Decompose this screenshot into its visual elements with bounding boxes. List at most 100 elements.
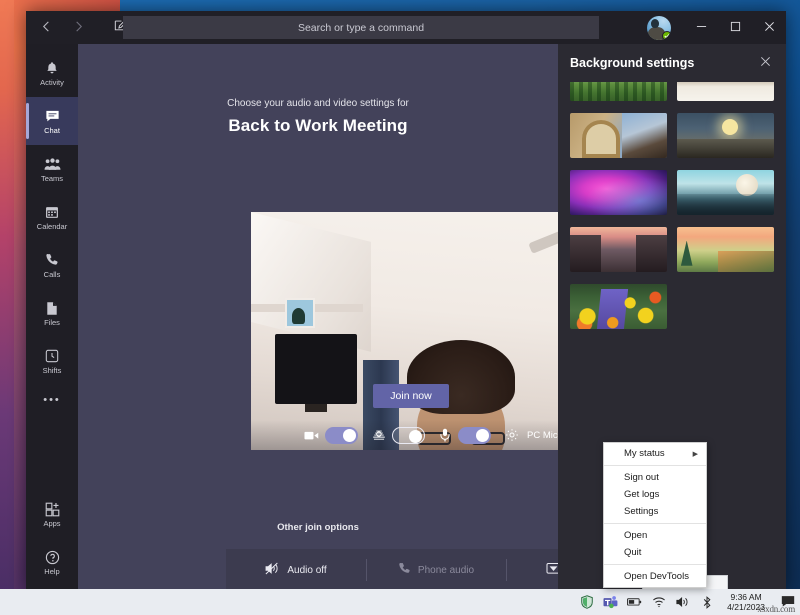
sidebar-item-label: Calendar (37, 223, 67, 231)
volume-icon[interactable] (675, 595, 690, 610)
titlebar-right-group (647, 11, 786, 44)
clock-icon (45, 347, 59, 365)
sidebar-item-label: Help (44, 568, 59, 576)
sidebar-item-teams[interactable]: Teams (26, 145, 78, 193)
back-button[interactable] (32, 15, 60, 41)
prejoin-subtitle: Choose your audio and video settings for (78, 98, 558, 109)
close-icon (760, 54, 771, 72)
video-art-picture (285, 298, 315, 328)
menu-item-get-logs[interactable]: Get logs (604, 486, 706, 503)
sidebar-item-help[interactable]: Help (26, 538, 78, 586)
background-thumbnail-flower-garden[interactable] (570, 284, 667, 329)
maximize-button[interactable] (718, 11, 752, 44)
video-preview[interactable]: Join now (251, 212, 611, 450)
sidebar-item-chat[interactable]: Chat (26, 97, 78, 145)
menu-item-label: Get logs (624, 489, 659, 500)
menu-item-my-status[interactable]: My status ▶ (604, 445, 706, 462)
sidebar-item-label: Shifts (43, 367, 62, 375)
background-effects-icon (370, 429, 388, 441)
app-rail: Activity Chat (26, 44, 78, 592)
close-icon (764, 19, 775, 37)
presence-available-icon (662, 31, 671, 40)
background-settings-close-button[interactable] (754, 52, 776, 74)
teams-title-bar: Search or type a command (26, 11, 786, 44)
background-thumbnail-moonlit-cliff[interactable] (677, 170, 774, 215)
teams-tray-icon[interactable] (603, 595, 618, 610)
sidebar-item-label: Apps (43, 520, 60, 528)
menu-item-label: Settings (624, 506, 658, 517)
windows-taskbar: 9:36 AM 4/21/2023 xsxdn.com (0, 589, 800, 615)
avatar[interactable] (647, 16, 671, 40)
submenu-arrow-icon: ▶ (693, 450, 698, 458)
navigation-buttons (26, 15, 92, 41)
microphone-icon (437, 428, 455, 442)
background-thumbnail-green-forest[interactable] (570, 82, 667, 101)
sidebar-item-calls[interactable]: Calls (26, 241, 78, 289)
rail-bottom-group: Apps Help (26, 490, 78, 592)
menu-separator (604, 523, 706, 524)
clock-time: 9:36 AM (727, 592, 765, 602)
speaker-muted-icon (265, 562, 280, 578)
more-ellipsis-icon: ••• (43, 394, 61, 406)
microphone-toggle[interactable] (458, 427, 491, 444)
avatar-art-head (651, 19, 659, 28)
join-option-audio-off[interactable]: Audio off (226, 549, 366, 591)
sidebar-item-activity[interactable]: Activity (26, 49, 78, 97)
microphone-toggle-knob (476, 429, 489, 442)
close-button[interactable] (752, 11, 786, 44)
join-now-button[interactable]: Join now (373, 384, 449, 408)
apps-icon (45, 500, 60, 518)
background-thumbnail-autumn-valley[interactable] (677, 227, 774, 272)
background-thumbnail-snow-desert[interactable] (677, 82, 774, 101)
menu-item-quit[interactable]: Quit (604, 544, 706, 561)
chevron-left-icon (41, 19, 52, 37)
gear-icon[interactable] (503, 428, 521, 442)
background-settings-title: Background settings (570, 56, 694, 70)
sidebar-item-files[interactable]: Files (26, 289, 78, 337)
menu-separator (604, 465, 706, 466)
menu-item-label: Quit (624, 547, 641, 558)
desktop-wallpaper-strip (0, 0, 14, 592)
background-thumbnail-stone-archway[interactable] (570, 113, 667, 158)
help-circle-icon (45, 548, 60, 566)
search-input[interactable]: Search or type a command (123, 16, 599, 39)
join-option-label: Phone audio (418, 565, 474, 576)
background-thumbnail-purple-nebula[interactable] (570, 170, 667, 215)
sidebar-item-calendar[interactable]: Calendar (26, 193, 78, 241)
menu-item-open-devtools[interactable]: Open DevTools (604, 568, 706, 585)
menu-item-label: Open DevTools (624, 571, 689, 582)
forward-button[interactable] (64, 15, 92, 41)
minimize-icon (696, 19, 707, 37)
menu-separator (604, 564, 706, 565)
background-effects-toggle[interactable] (392, 427, 425, 444)
bluetooth-icon[interactable] (699, 595, 714, 610)
defender-shield-icon[interactable] (579, 595, 594, 610)
battery-icon[interactable] (627, 595, 642, 610)
background-effects-toggle-knob (409, 430, 422, 443)
menu-item-open[interactable]: Open (604, 527, 706, 544)
camera-icon (303, 430, 321, 441)
background-thumbnail-autumn-street[interactable] (570, 227, 667, 272)
camera-toggle-knob (343, 429, 356, 442)
more-apps-button[interactable]: ••• (43, 385, 61, 415)
bell-icon (45, 59, 59, 77)
sidebar-item-shifts[interactable]: Shifts (26, 337, 78, 385)
menu-item-settings[interactable]: Settings (604, 503, 706, 520)
background-thumbnail-scifi-landscape[interactable] (677, 113, 774, 158)
menu-item-sign-out[interactable]: Sign out (604, 469, 706, 486)
other-join-options-label: Other join options (78, 522, 558, 533)
wifi-icon[interactable] (651, 595, 666, 610)
join-option-label: Audio off (287, 565, 326, 576)
page-title: Back to Work Meeting (78, 116, 558, 136)
file-icon (46, 299, 58, 317)
sidebar-item-label: Teams (41, 175, 63, 183)
phone-icon (398, 562, 411, 578)
menu-item-label: My status (624, 448, 665, 459)
tray-context-menu: My status ▶ Sign out Get logs Settings O… (603, 442, 707, 588)
people-icon (44, 155, 61, 173)
calendar-icon (45, 203, 59, 221)
camera-toggle[interactable] (325, 427, 358, 444)
sidebar-item-apps[interactable]: Apps (26, 490, 78, 538)
join-option-phone-audio[interactable]: Phone audio (366, 549, 506, 591)
minimize-button[interactable] (684, 11, 718, 44)
